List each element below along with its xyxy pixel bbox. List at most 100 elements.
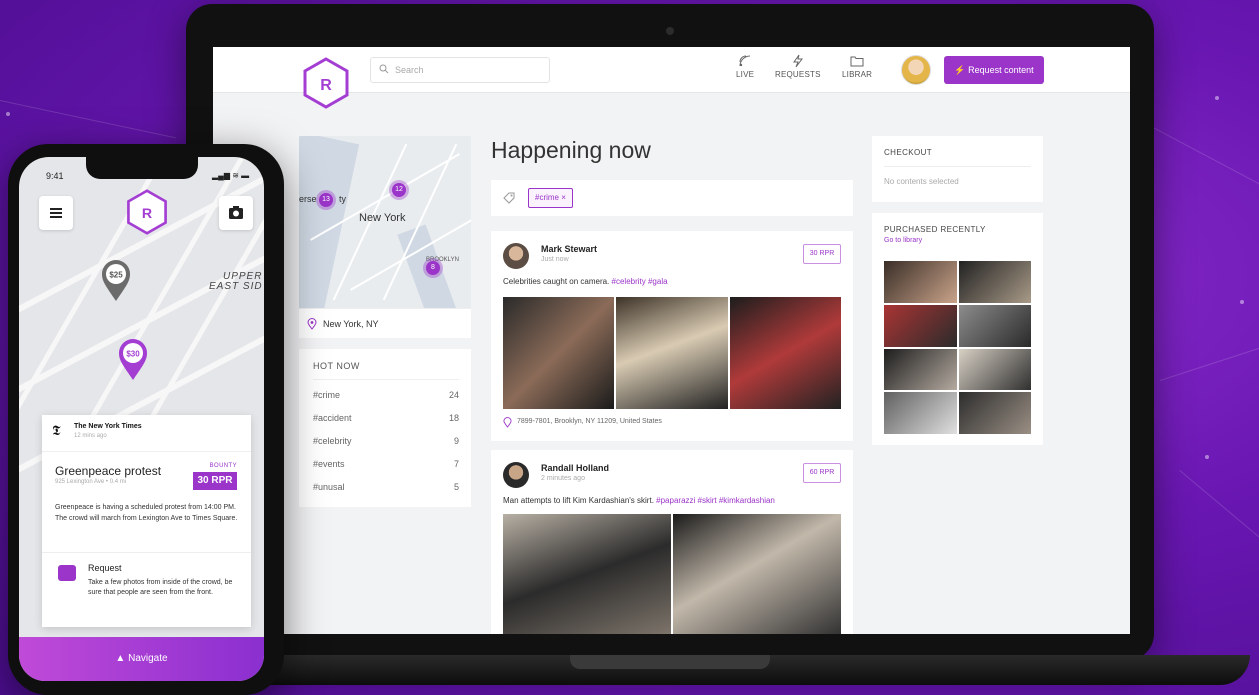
mobile-app-logo: R — [127, 189, 167, 235]
bounty-pin-30[interactable]: $30 — [117, 338, 149, 382]
post-author[interactable]: Randall Holland — [541, 463, 609, 473]
laptop-notch — [570, 655, 770, 669]
search-icon — [379, 64, 389, 74]
post-body: Celebrities caught on camera. — [503, 277, 610, 286]
post-time: 2 minutes ago — [541, 475, 585, 482]
purchased-thumbnail[interactable] — [884, 304, 957, 347]
map-widget[interactable]: erse ty New York BROOKLYN 13 12 8 — [299, 136, 471, 308]
post-price-badge[interactable]: 30 RPR — [803, 244, 841, 264]
hot-now-row[interactable]: #crime 24 — [313, 390, 459, 400]
cluster-count: 13 — [319, 193, 333, 207]
hot-now-row[interactable]: #accident 18 — [313, 413, 459, 423]
navigate-button[interactable]: ▲ Navigate — [19, 637, 264, 681]
event-title: Greenpeace protest — [55, 464, 162, 478]
laptop-camera — [666, 27, 674, 35]
author-avatar[interactable] — [503, 243, 529, 269]
camera-icon — [229, 206, 243, 219]
hot-now-row[interactable]: #events 7 — [313, 459, 459, 469]
post-text: Man attempts to lift Kim Kardashian's sk… — [503, 496, 775, 505]
gallery-photo[interactable] — [503, 514, 671, 634]
purchased-thumbnail[interactable] — [958, 348, 1031, 391]
go-to-library-link[interactable]: Go to library — [884, 237, 922, 244]
live-icon — [739, 55, 751, 67]
bounty-pin-25[interactable]: $25 — [100, 259, 132, 303]
request-content-button[interactable]: ⚡ Request content — [944, 56, 1044, 84]
svg-text:R: R — [320, 77, 332, 94]
nav-requests[interactable]: REQUESTS — [775, 54, 821, 79]
hot-count: 5 — [453, 482, 459, 492]
feed-post[interactable]: Randall Holland 2 minutes ago 60 RPR Man… — [491, 450, 853, 634]
purchased-thumbnail[interactable] — [958, 304, 1031, 347]
page-title: Happening now — [491, 137, 651, 163]
publisher-logo: 𝕿 — [52, 423, 61, 439]
nav-requests-label: REQUESTS — [775, 70, 821, 79]
map-label-city-suffix: ty — [339, 194, 347, 204]
hot-now-row[interactable]: #unusal 5 — [313, 482, 459, 492]
author-avatar[interactable] — [503, 462, 529, 488]
post-body: Man attempts to lift Kim Kardashian's sk… — [503, 496, 654, 505]
map-label-jersey: erse — [299, 194, 317, 204]
menu-button[interactable] — [39, 196, 73, 230]
gallery-photo[interactable] — [729, 297, 841, 409]
camera-button[interactable] — [219, 196, 253, 230]
purchased-recently-panel: PURCHASED RECENTLY Go to library — [872, 213, 1043, 445]
top-navigation-bar: R Search LIVE REQUESTS LIBRAR ⚡ Request … — [213, 47, 1130, 109]
purchased-thumbnail[interactable] — [958, 261, 1031, 303]
hot-now-row[interactable]: #celebrity 9 — [313, 436, 459, 446]
gallery-photo[interactable] — [616, 297, 728, 409]
cluster-count: 12 — [392, 183, 406, 197]
tag-icon — [503, 192, 515, 204]
map-cluster-marker[interactable]: 8 — [423, 258, 443, 278]
gallery-photo[interactable] — [673, 514, 841, 634]
nav-live[interactable]: LIVE — [736, 54, 754, 79]
gallery-photo[interactable] — [503, 297, 615, 409]
event-description: Greenpeace is having a scheduled protest… — [55, 504, 238, 522]
hot-count: 24 — [448, 390, 459, 400]
location-input[interactable]: New York, NY — [299, 308, 471, 338]
divider — [313, 379, 459, 380]
checkout-panel: CHECKOUT No contents selected — [872, 136, 1043, 202]
feed-post[interactable]: Mark Stewart Just now 30 RPR Celebrities… — [491, 231, 853, 441]
post-text: Celebrities caught on camera. #celebrity… — [503, 277, 668, 286]
post-tags[interactable]: #paparazzi #skirt #kimkardashian — [656, 496, 775, 505]
purchased-thumbnail[interactable] — [958, 392, 1031, 434]
cluster-count: 8 — [426, 261, 440, 275]
hot-now-panel: HOT NOW #crime 24 #accident 18 #celebrity 9… — [299, 349, 471, 507]
post-price-badge[interactable]: 60 RPR — [803, 463, 841, 483]
purchased-thumbnail[interactable] — [884, 261, 957, 303]
desktop-app-screen: R Search LIVE REQUESTS LIBRAR ⚡ Request … — [213, 47, 1130, 634]
checkout-empty-text: No contents selected — [884, 177, 959, 186]
pin-price: $25 — [109, 271, 123, 280]
divider — [884, 166, 1031, 167]
request-detail-card[interactable]: 𝕿 The New York Times 12 mins ago Greenpe… — [42, 415, 251, 627]
post-author[interactable]: Mark Stewart — [541, 244, 597, 254]
tag-filter-bar[interactable]: #crime × — [491, 180, 853, 216]
post-gallery[interactable] — [503, 297, 841, 409]
purchased-thumbnail[interactable] — [884, 348, 957, 391]
pin-price: $30 — [126, 350, 140, 359]
purchased-title: PURCHASED RECENTLY — [884, 225, 986, 234]
location-pin-icon — [307, 318, 317, 330]
location-pin-icon — [503, 417, 512, 428]
purchased-thumbnail[interactable] — [884, 392, 957, 434]
hot-tag: #unusal — [313, 482, 345, 492]
search-placeholder: Search — [395, 65, 424, 75]
search-input[interactable]: Search — [370, 57, 550, 83]
app-logo[interactable]: R — [303, 57, 349, 109]
hot-tag: #crime — [313, 390, 341, 400]
post-tags[interactable]: #celebrity #gala — [612, 277, 668, 286]
nav-library[interactable]: LIBRAR — [842, 54, 872, 79]
map-cluster-marker[interactable]: 13 — [316, 190, 336, 210]
folder-icon — [850, 56, 864, 67]
hot-count: 18 — [448, 413, 459, 423]
map-cluster-marker[interactable]: 12 — [389, 180, 409, 200]
user-avatar[interactable] — [901, 55, 931, 85]
purchased-thumbnails — [884, 261, 1031, 434]
filter-chip-crime[interactable]: #crime × — [528, 188, 573, 208]
post-gallery[interactable] — [503, 514, 841, 634]
menu-icon — [50, 208, 62, 218]
request-description: Take a few photos from inside of the cro… — [88, 579, 233, 596]
phone-notch — [86, 157, 198, 179]
divider — [42, 552, 251, 553]
bounty-label: BOUNTY — [209, 463, 237, 469]
